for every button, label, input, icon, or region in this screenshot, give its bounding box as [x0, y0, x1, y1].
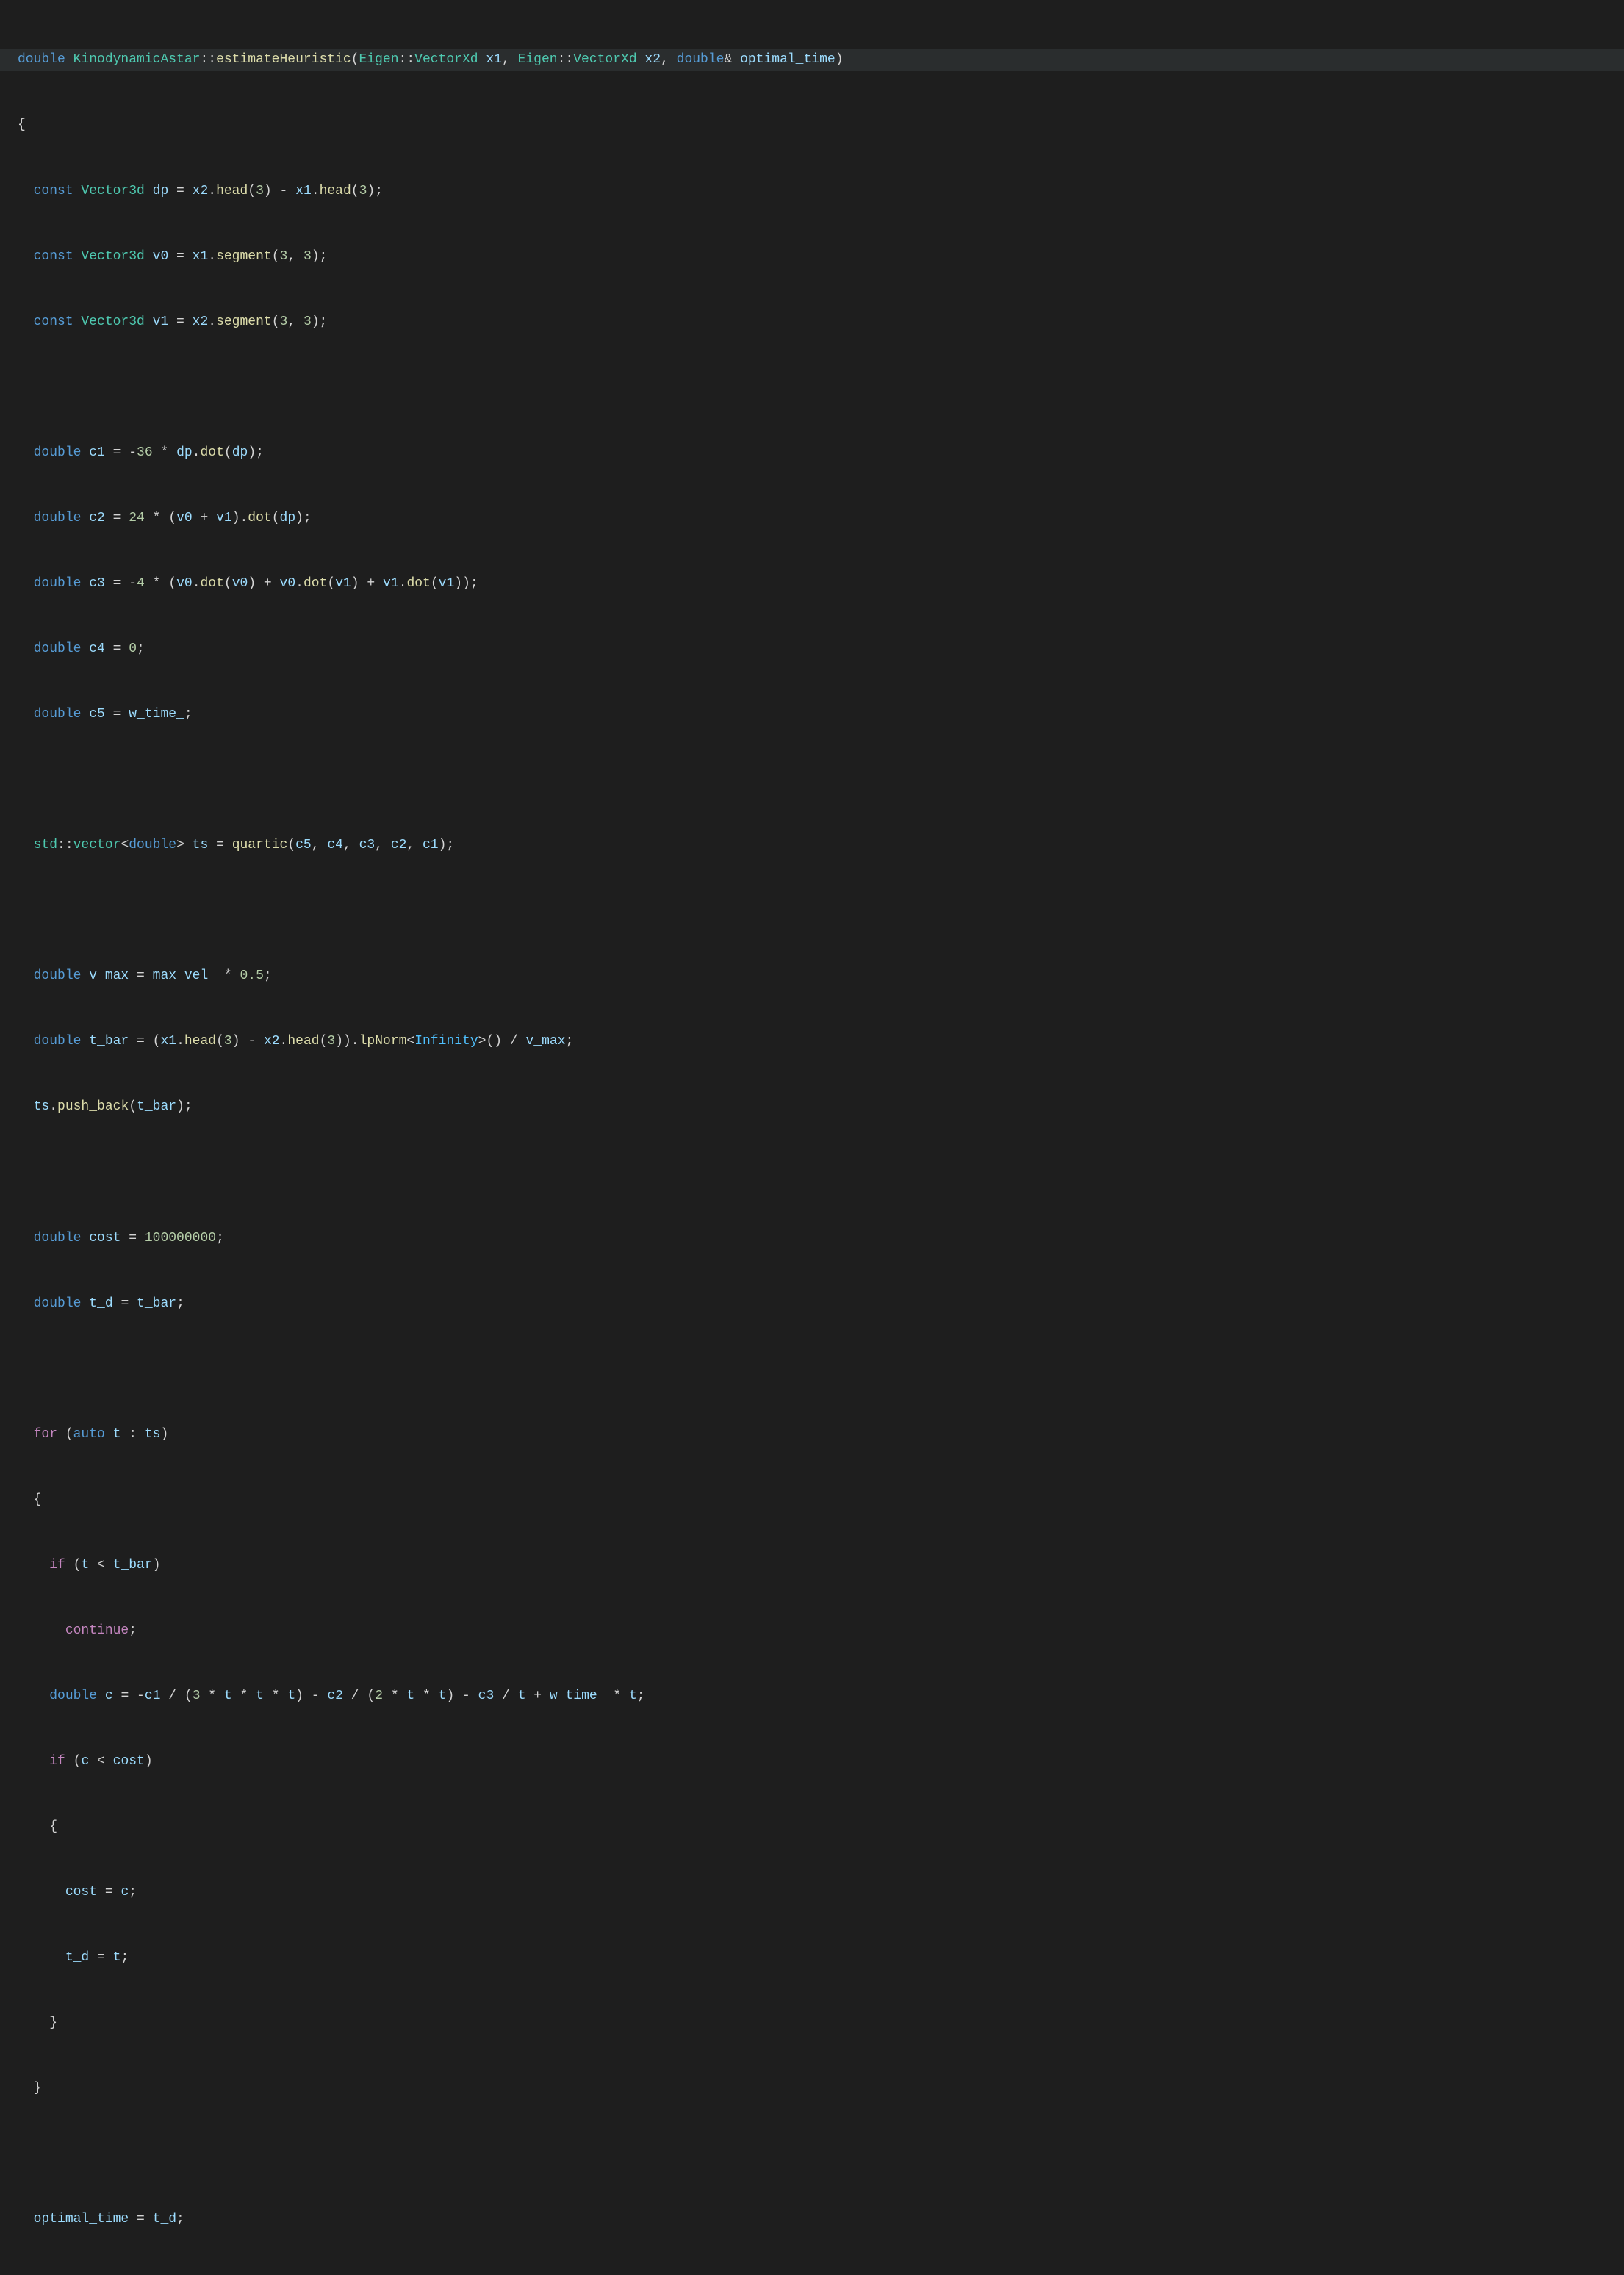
code-line: double KinodynamicAstar::estimateHeurist… — [0, 49, 1624, 71]
code-line: double c4 = 0; — [0, 639, 1624, 661]
function-name-token: estimateHeuristic — [216, 52, 351, 67]
code-line: } — [0, 2078, 1624, 2100]
code-line: const Vector3d v1 = x2.segment(3, 3); — [0, 312, 1624, 334]
code-line: double c1 = -36 * dp.dot(dp); — [0, 442, 1624, 464]
code-line: double t_bar = (x1.head(3) - x2.head(3))… — [0, 1031, 1624, 1053]
code-line: double c3 = -4 * (v0.dot(v0) + v0.dot(v1… — [0, 573, 1624, 595]
code-line: continue; — [0, 1620, 1624, 1642]
keyword-token: double — [18, 52, 65, 67]
code-line: double t_d = t_bar; — [0, 1293, 1624, 1315]
code-line: const Vector3d dp = x2.head(3) - x1.head… — [0, 181, 1624, 203]
code-line — [0, 769, 1624, 791]
code-line — [0, 1162, 1624, 1184]
code-line: optimal_time = t_d; — [0, 2209, 1624, 2231]
code-line: { — [0, 1489, 1624, 1512]
code-line: cost = c; — [0, 1882, 1624, 1904]
code-line: ts.push_back(t_bar); — [0, 1096, 1624, 1118]
namespace-token: KinodynamicAstar — [73, 52, 201, 67]
code-line: double v_max = max_vel_ * 0.5; — [0, 966, 1624, 988]
code-line: { — [0, 115, 1624, 137]
code-line: double c2 = 24 * (v0 + v1).dot(dp); — [0, 508, 1624, 530]
code-editor[interactable]: double KinodynamicAstar::estimateHeurist… — [0, 0, 1624, 2275]
code-line: { — [0, 1816, 1624, 1839]
code-line — [0, 900, 1624, 922]
code-line: double c5 = w_time_; — [0, 704, 1624, 726]
code-line: double c = -c1 / (3 * t * t * t) - c2 / … — [0, 1686, 1624, 1708]
code-line — [0, 377, 1624, 399]
code-line: for (auto t : ts) — [0, 1424, 1624, 1446]
code-line: t_d = t; — [0, 1947, 1624, 1969]
code-line: std::vector<double> ts = quartic(c5, c4,… — [0, 835, 1624, 857]
code-line — [0, 2143, 1624, 2166]
code-line: } — [0, 2013, 1624, 2035]
code-line: if (c < cost) — [0, 1751, 1624, 1773]
code-line: double cost = 100000000; — [0, 1228, 1624, 1250]
code-line: const Vector3d v0 = x1.segment(3, 3); — [0, 246, 1624, 268]
code-line — [0, 1359, 1624, 1381]
code-line: if (t < t_bar) — [0, 1555, 1624, 1577]
